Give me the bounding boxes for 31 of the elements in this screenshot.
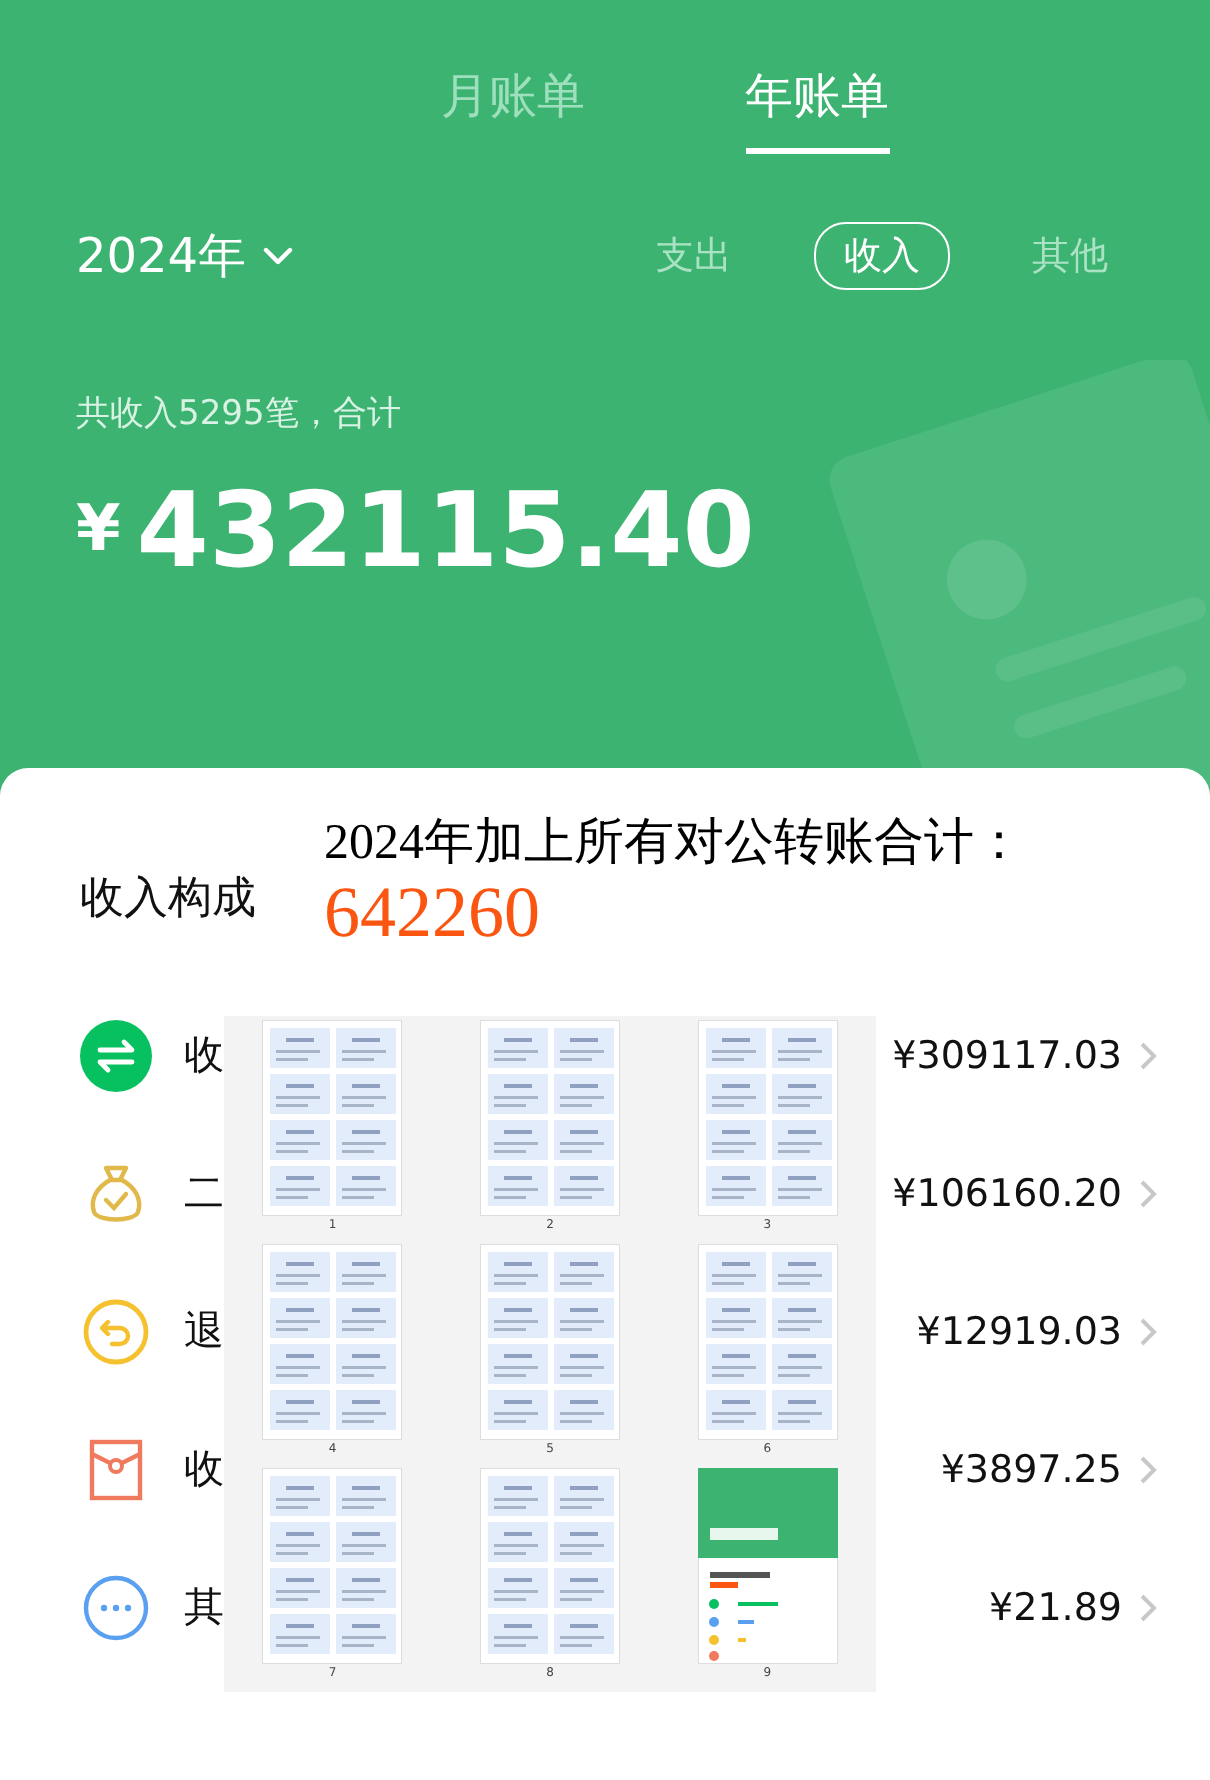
tab[interactable]: 年账单 bbox=[745, 56, 889, 154]
more-icon bbox=[80, 1571, 152, 1643]
category-label: 收 bbox=[184, 1028, 224, 1082]
category-label: 收 bbox=[184, 1442, 224, 1496]
filter-tab[interactable]: 支出 bbox=[626, 222, 762, 290]
category-label: 二 bbox=[184, 1166, 224, 1220]
annotation-text: 2024年加上所有对公转账合计： bbox=[324, 814, 1024, 874]
filter-tab[interactable]: 其他 bbox=[1002, 222, 1138, 290]
chevron-right-icon[interactable] bbox=[1138, 1315, 1158, 1347]
category-amount: ¥3897.25 bbox=[940, 1447, 1122, 1491]
category-amount: ¥21.89 bbox=[989, 1585, 1122, 1629]
chevron-right-icon[interactable] bbox=[1138, 1591, 1158, 1623]
chevron-right-icon[interactable] bbox=[1138, 1177, 1158, 1209]
annotation-total: 642260 bbox=[324, 874, 542, 954]
transfer-icon bbox=[80, 1019, 152, 1091]
category-amount: ¥106160.20 bbox=[892, 1171, 1122, 1215]
total-amount: 432115.40 bbox=[136, 480, 755, 584]
category-amount: ¥309117.03 bbox=[892, 1033, 1122, 1077]
chevron-down-icon bbox=[262, 246, 295, 266]
tab[interactable]: 月账单 bbox=[441, 56, 585, 154]
currency-symbol: ¥ bbox=[76, 496, 121, 560]
chevron-right-icon[interactable] bbox=[1138, 1039, 1158, 1071]
summary-caption: 共收入5295笔，合计 bbox=[76, 392, 401, 436]
filter-tab[interactable]: 收入 bbox=[814, 222, 950, 290]
return-icon bbox=[80, 1295, 152, 1367]
section-title: 收入构成 bbox=[80, 872, 256, 928]
category-label: 退 bbox=[184, 1304, 224, 1358]
category-label: 其 bbox=[184, 1580, 224, 1634]
chevron-right-icon[interactable] bbox=[1138, 1453, 1158, 1485]
year-dropdown[interactable]: 2024年 bbox=[76, 224, 295, 288]
category-amount: ¥12919.03 bbox=[916, 1309, 1122, 1353]
